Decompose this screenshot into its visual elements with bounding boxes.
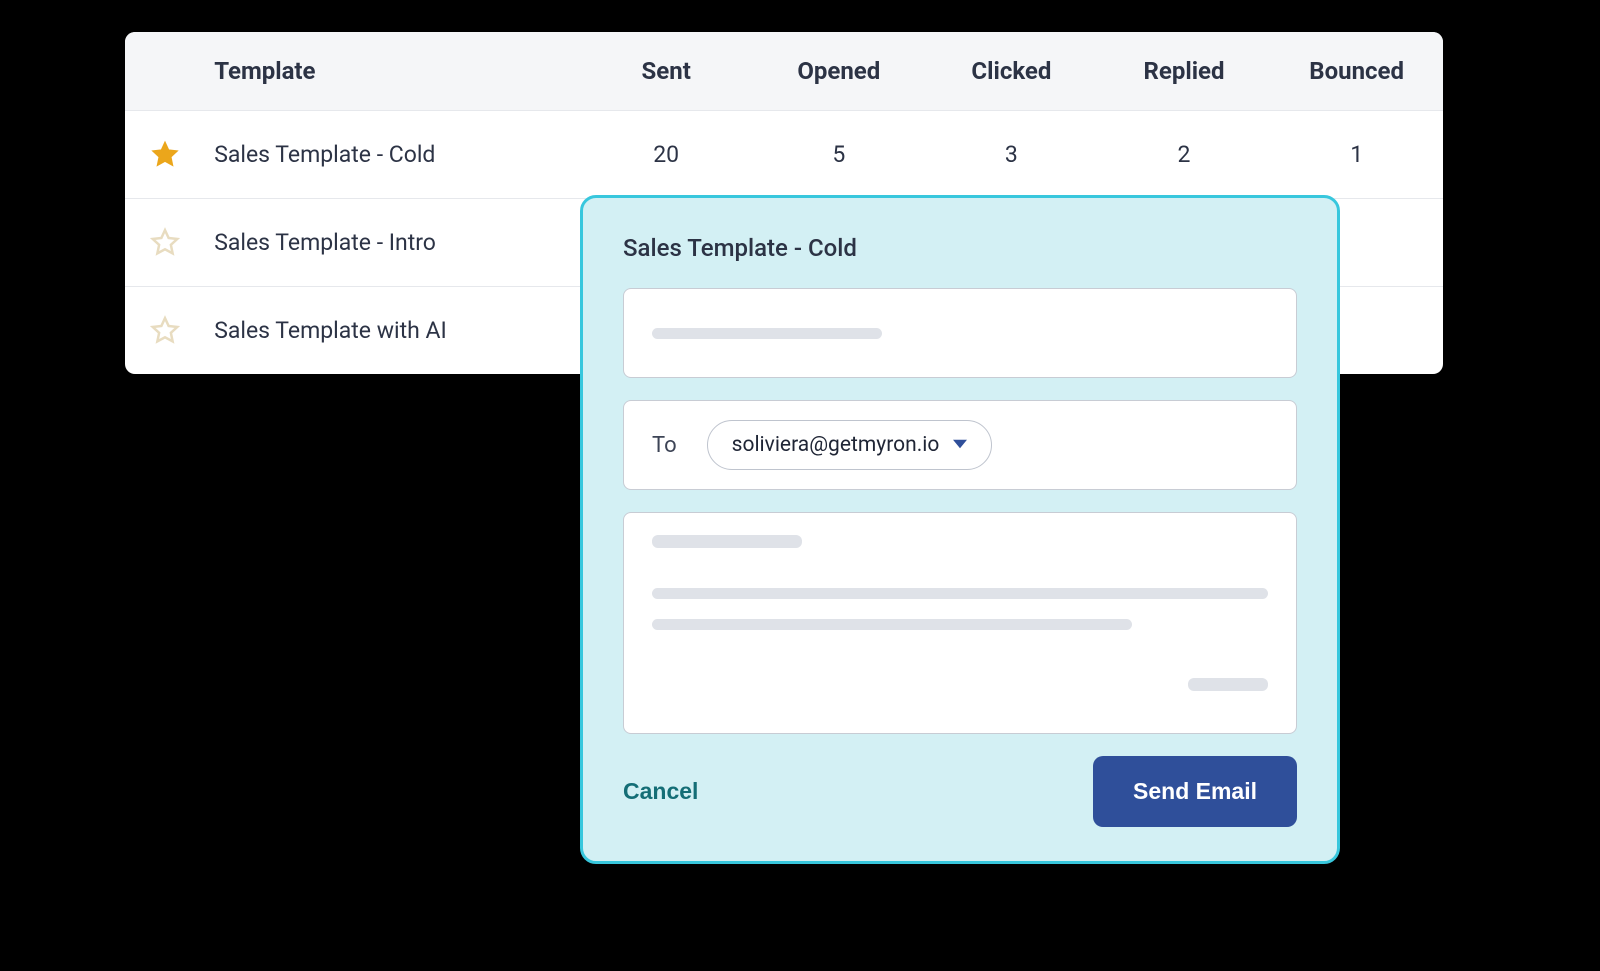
star-icon[interactable]: [150, 139, 180, 169]
col-star: [125, 32, 204, 110]
recipient-chip[interactable]: soliviera@getmyron.io: [707, 420, 993, 470]
star-icon[interactable]: [150, 227, 180, 257]
subject-placeholder: [652, 328, 882, 339]
col-bounced[interactable]: Bounced: [1270, 32, 1443, 110]
body-placeholder-line: [652, 535, 802, 548]
to-label: To: [652, 433, 677, 458]
cell-replied: 2: [1098, 110, 1271, 198]
send-email-button[interactable]: Send Email: [1093, 756, 1297, 827]
body-placeholder-line: [1188, 678, 1268, 691]
cell-clicked: 3: [925, 110, 1098, 198]
recipient-email: soliviera@getmyron.io: [732, 433, 940, 457]
col-replied[interactable]: Replied: [1098, 32, 1271, 110]
star-icon[interactable]: [150, 315, 180, 345]
body-placeholder-line: [652, 588, 1268, 599]
template-name: Sales Template - Intro: [204, 198, 580, 286]
col-opened[interactable]: Opened: [752, 32, 925, 110]
col-clicked[interactable]: Clicked: [925, 32, 1098, 110]
to-field[interactable]: To soliviera@getmyron.io: [623, 400, 1297, 490]
compose-panel: Sales Template - Cold To soliviera@getmy…: [580, 195, 1340, 864]
cell-sent: 20: [580, 110, 753, 198]
compose-title: Sales Template - Cold: [623, 234, 1297, 262]
table-header: Template Sent Opened Clicked Replied Bou…: [125, 32, 1443, 110]
subject-input[interactable]: [623, 288, 1297, 378]
cell-bounced: 1: [1270, 110, 1443, 198]
template-name: Sales Template - Cold: [204, 110, 580, 198]
col-template[interactable]: Template: [204, 32, 580, 110]
table-row[interactable]: Sales Template - Cold 20 5 3 2 1: [125, 110, 1443, 198]
cancel-button[interactable]: Cancel: [623, 778, 698, 805]
body-input[interactable]: [623, 512, 1297, 734]
cell-opened: 5: [752, 110, 925, 198]
col-sent[interactable]: Sent: [580, 32, 753, 110]
body-placeholder-line: [652, 619, 1132, 630]
compose-actions: Cancel Send Email: [623, 756, 1297, 827]
template-name: Sales Template with AI: [204, 286, 580, 374]
chevron-down-icon: [953, 433, 967, 457]
